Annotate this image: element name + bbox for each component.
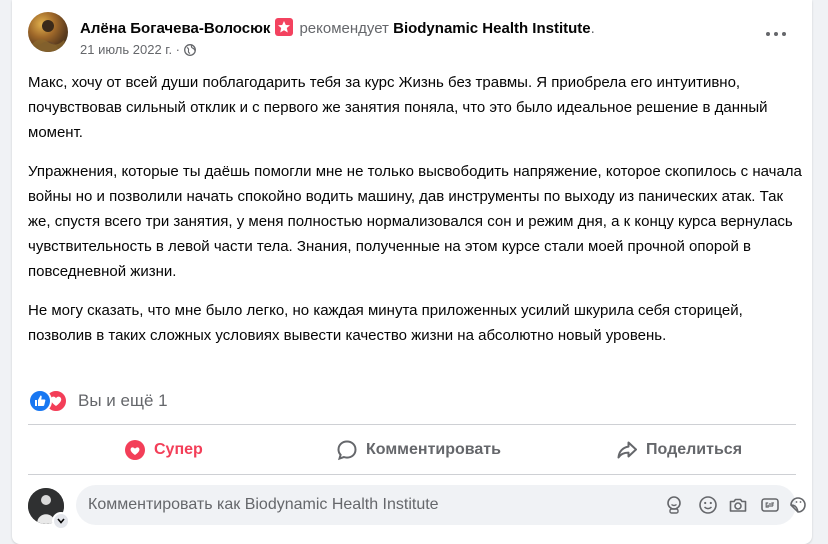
emoji-icon[interactable] [698, 495, 718, 515]
star-recommend-icon [275, 18, 294, 36]
post-actions: Супер Комментировать Поделиться [28, 430, 796, 470]
like-reaction-icon [28, 389, 52, 413]
heart-icon [125, 440, 145, 460]
recommends-text: рекомендует [299, 20, 389, 37]
share-label: Поделиться [646, 441, 743, 458]
author-name[interactable]: Алёна Богачева-Волосюк [80, 20, 270, 37]
post-paragraph-3: Не могу сказать, что мне было легко, но … [28, 302, 743, 344]
comment-icon [337, 440, 357, 461]
chevron-down-icon[interactable] [52, 512, 70, 530]
divider [28, 474, 796, 475]
globe-icon [184, 44, 196, 59]
more-options-icon[interactable] [762, 22, 794, 46]
author-avatar[interactable] [28, 12, 68, 52]
title-dot: . [590, 20, 595, 37]
author-line: Алёна Богачева-Волосюк рекомендует Biodyn… [80, 18, 595, 37]
avatar-sticker-icon[interactable] [664, 495, 684, 515]
gif-icon[interactable] [760, 495, 780, 515]
comment-box [76, 485, 806, 525]
super-label: Супер [154, 441, 203, 458]
post-date[interactable]: 21 июль 2022 г. · [80, 42, 180, 57]
post-paragraph-2: Упражнения, которые ты даёшь помогли мне… [28, 163, 802, 280]
comment-input[interactable] [88, 485, 608, 525]
post-card: Алёна Богачева-Волосюк рекомендует Biodyn… [12, 0, 812, 544]
comment-composer [28, 485, 806, 530]
reactions-count-text[interactable]: Вы и ещё 1 [78, 391, 168, 411]
comment-label: Комментировать [366, 441, 501, 458]
page-name[interactable]: Biodynamic Health Institute [393, 20, 591, 37]
share-icon [617, 441, 637, 459]
post-paragraph-1: Макс, хочу от всей души поблагодарить те… [28, 74, 768, 141]
camera-icon[interactable] [728, 495, 748, 515]
sticker-icon[interactable] [788, 495, 808, 515]
divider [28, 424, 796, 425]
post-header: Алёна Богачева-Волосюк рекомендует Biodyn… [28, 12, 796, 60]
post-body: Макс, хочу от всей души поблагодарить те… [28, 70, 804, 362]
post-meta: 21 июль 2022 г. · [80, 42, 196, 59]
